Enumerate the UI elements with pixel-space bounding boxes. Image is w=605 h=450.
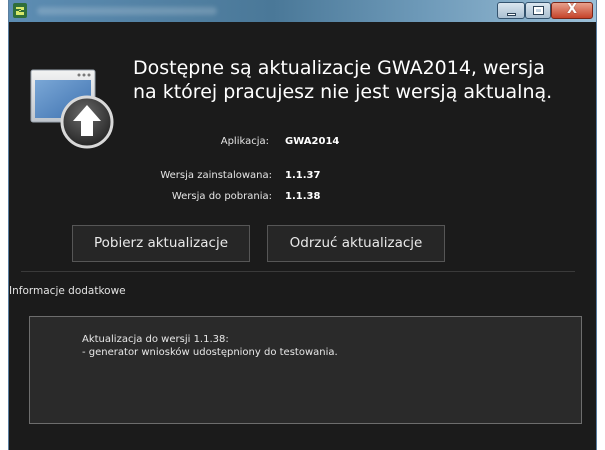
installed-version-value: 1.1.37 (285, 170, 321, 181)
minimize-button[interactable] (497, 2, 525, 19)
release-note-line: Aktualizacja do wersji 1.1.38: (82, 334, 229, 345)
release-note-line: - generator wniosków udostępniony do tes… (82, 347, 338, 358)
close-icon: X (566, 2, 578, 17)
available-version-label: Wersja do pobrania: (171, 191, 272, 202)
release-notes-box[interactable]: Aktualizacja do wersji 1.1.38: - generat… (29, 316, 582, 424)
app-logo-icon (13, 3, 27, 18)
app-label: Aplikacja: (220, 136, 269, 147)
headline-line-1: Dostępne są aktualizacje GWA2014, wersja (133, 57, 545, 79)
headline-line-2: na której pracujesz nie jest wersją aktu… (133, 81, 553, 103)
minimize-icon (507, 13, 516, 16)
available-version-value: 1.1.38 (285, 191, 321, 202)
headline: Dostępne są aktualizacje GWA2014, wersja… (133, 56, 598, 104)
additional-info-title: Informacje dodatkowe (9, 285, 126, 297)
maximize-icon (533, 6, 544, 15)
window-title (37, 7, 217, 15)
reject-updates-button[interactable]: Odrzuć aktualizacje (267, 225, 445, 262)
maximize-button[interactable] (525, 2, 551, 19)
installed-version-label: Wersja zainstalowana: (160, 170, 272, 181)
title-bar[interactable]: X (9, 0, 596, 22)
close-button[interactable]: X (551, 2, 593, 19)
divider (21, 271, 575, 272)
download-updates-button[interactable]: Pobierz aktualizacje (72, 225, 250, 262)
update-dialog: X Dostępne są aktualizacje GWA2014, wers… (8, 0, 597, 450)
app-value: GWA2014 (285, 136, 340, 147)
